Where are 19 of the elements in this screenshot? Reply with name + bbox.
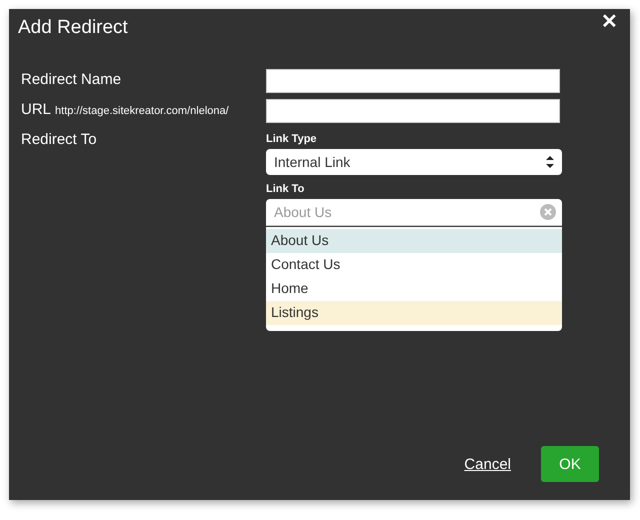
input-field[interactable]: [266, 69, 560, 93]
field-label: Link Type: [266, 133, 318, 145]
url-prefix: http://stage.sitekreator.com/nlelona/: [55, 105, 229, 117]
close-button[interactable]: ✕: [599, 9, 620, 34]
dropdown-option[interactable]: Home: [266, 277, 562, 301]
sort-arrows-icon: [546, 156, 554, 168]
dropdown-option[interactable]: Contact Us: [266, 253, 562, 277]
field-label: URL: [21, 101, 52, 118]
field-label: Redirect Name: [21, 71, 122, 88]
input-field[interactable]: [266, 99, 560, 123]
dropdown-option[interactable]: About Us: [266, 229, 562, 253]
link-to-field[interactable]: About Us: [266, 199, 562, 226]
dialog-title: Add Redirect: [18, 17, 128, 39]
cancel-link[interactable]: Cancel: [464, 456, 511, 472]
dropdown-option[interactable]: Listings: [266, 301, 562, 325]
link-type-select[interactable]: Internal Link: [266, 149, 562, 175]
field-label: Link To: [266, 183, 306, 195]
clear-icon[interactable]: [540, 204, 556, 220]
field-label: Redirect To: [21, 131, 97, 148]
